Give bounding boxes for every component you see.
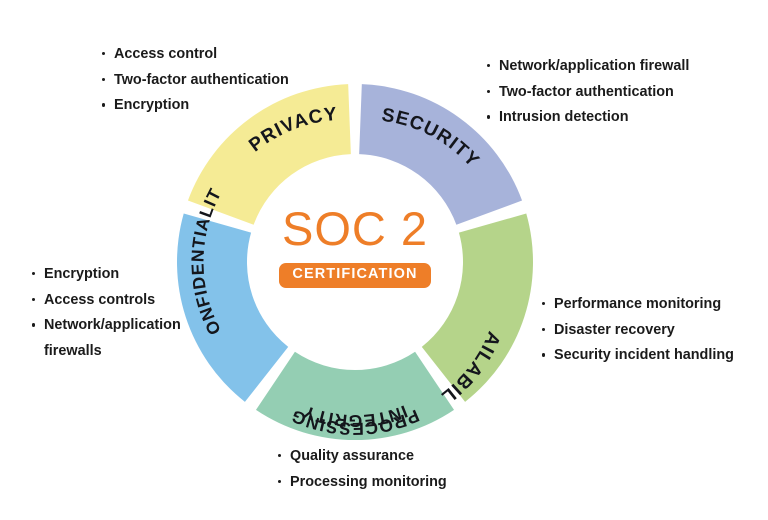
bullet-list-confidentiality: Encryption Access controls Network/appli… bbox=[31, 262, 194, 365]
bullet-list-availability: Performance monitoring Disaster recovery… bbox=[541, 292, 734, 369]
list-item: Performance monitoring bbox=[541, 292, 734, 318]
list-item: Two-factor authentication bbox=[101, 68, 289, 94]
bullet-list-privacy: Access control Two-factor authentication… bbox=[101, 42, 289, 119]
list-item: Network/application firewall bbox=[486, 54, 689, 80]
bullet-list-processing-integrity: Quality assurance Processing monitoring bbox=[277, 444, 447, 495]
list-item: Disaster recovery bbox=[541, 318, 734, 344]
soc2-diagram: SECURITY AVAILABILTY PROCESSING INTEGRIT… bbox=[0, 0, 768, 520]
list-item: Network/application firewalls bbox=[31, 313, 194, 364]
list-item: Processing monitoring bbox=[277, 470, 447, 496]
bullet-list-security: Network/application firewall Two-factor … bbox=[486, 54, 689, 131]
donut-svg: SECURITY AVAILABILTY PROCESSING INTEGRIT… bbox=[170, 68, 533, 441]
list-item: Access controls bbox=[31, 288, 194, 314]
list-item: Encryption bbox=[31, 262, 194, 288]
list-item: Two-factor authentication bbox=[486, 80, 689, 106]
list-item: Security incident handling bbox=[541, 343, 734, 369]
list-item: Intrusion detection bbox=[486, 105, 689, 131]
donut-chart: SECURITY AVAILABILTY PROCESSING INTEGRIT… bbox=[170, 68, 533, 441]
list-item: Encryption bbox=[101, 93, 289, 119]
list-item: Quality assurance bbox=[277, 444, 447, 470]
list-item: Access control bbox=[101, 42, 289, 68]
